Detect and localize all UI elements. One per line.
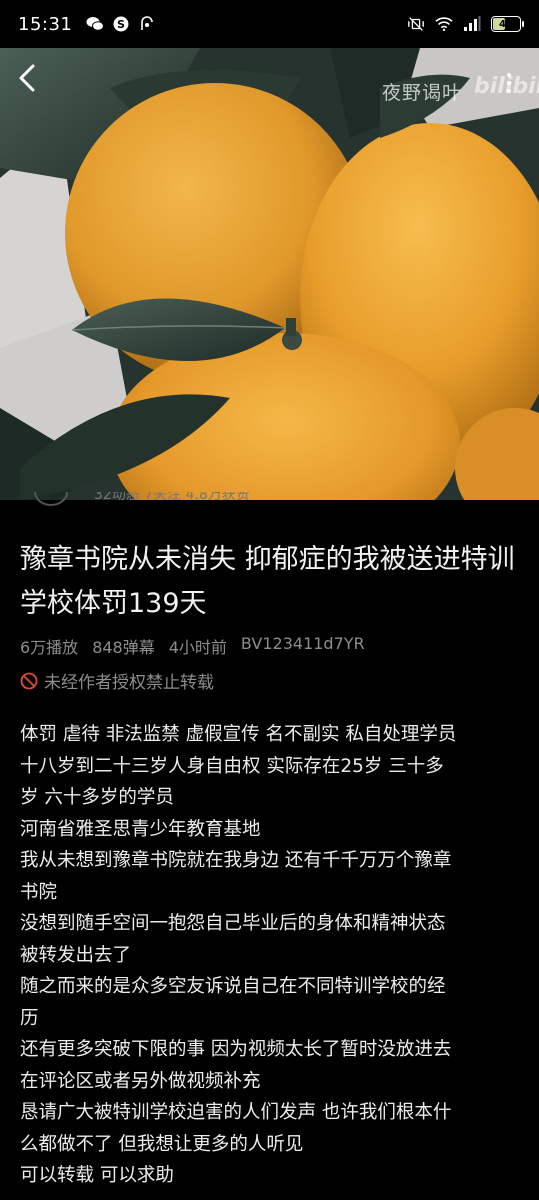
battery-text: 44 <box>499 18 513 30</box>
description-line: 书院 <box>20 881 58 903</box>
description-line: 被转发出去了 <box>20 944 132 966</box>
video-player[interactable]: 夜野谒叶 bilibili <box>0 48 539 500</box>
wifi-icon <box>435 15 453 33</box>
hotspot-icon <box>138 15 156 33</box>
description-line: 我从未想到豫章书院就在我身边 还有千千万万个豫章 <box>20 850 452 871</box>
wechat-icon <box>86 15 105 33</box>
bvid: BV123411d7YR <box>240 634 365 653</box>
description-line: 可以转载 可以求助 <box>20 1165 174 1186</box>
svg-text:S: S <box>117 18 125 31</box>
description-line: 随之而来的是众多空友诉说自己在不同特训学校的经 <box>20 976 446 997</box>
description-line: 恳请广大被特训学校迫害的人们发声 也许我们根本什 <box>20 1102 452 1123</box>
uploader-watermark: 夜野谒叶 <box>382 82 463 104</box>
mute-vibrate-icon <box>407 15 425 33</box>
back-button[interactable] <box>16 64 50 98</box>
signal-icon <box>463 15 481 33</box>
view-count: 6万播放 <box>20 638 79 657</box>
description-line: 岁 六十多岁的学员 <box>20 787 174 808</box>
description-line: 还有更多突破下限的事 因为视频太长了暂时没放进去 <box>20 1039 452 1060</box>
description-line: 河南省雅圣思青少年教育基地 <box>20 818 261 840</box>
system-icons: 44 <box>407 15 524 33</box>
uploader-row[interactable]: 32动态 7关注 4.8万获赞 <box>0 492 539 512</box>
more-dot-icon <box>507 81 511 85</box>
skype-icon: S <box>112 15 130 33</box>
more-dot-icon <box>507 73 511 77</box>
back-arrow-icon <box>19 64 35 92</box>
copyright-text: 未经作者授权禁止转载 <box>44 673 214 693</box>
video-description: 体罚 虐待 非法监禁 虚假宣传 名不副实 私自处理学员 十八岁到二十三岁人身自由… <box>20 719 525 1192</box>
video-info: 豫章书院从未消失 抑郁症的我被送进特训学校体罚139天 6万播放 848弹幕 4… <box>20 538 525 1192</box>
description-line: 在评论区或者另外做视频补充 <box>20 1070 261 1092</box>
video-title: 豫章书院从未消失 抑郁症的我被送进特训学校体罚139天 <box>20 544 515 619</box>
description-line: 历 <box>20 1007 39 1029</box>
status-bar: 15:31 S 44 <box>0 0 539 48</box>
description-line: 么都做不了 但我想让更多的人听见 <box>20 1133 304 1155</box>
copyright-notice: 未经作者授权禁止转载 <box>20 668 525 693</box>
battery-icon: 44 <box>491 16 524 32</box>
more-dot-icon <box>507 89 511 93</box>
more-options-button[interactable] <box>499 66 519 100</box>
no-repost-icon <box>20 672 38 689</box>
video-frame-lemons <box>0 48 539 500</box>
notification-icons: S <box>86 15 156 33</box>
danmaku-count: 848弹幕 <box>92 638 155 657</box>
description-line: 没想到随手空间一抱怨自己毕业后的身体和精神状态 <box>20 913 446 934</box>
description-line: 体罚 虐待 非法监禁 虚假宣传 名不副实 私自处理学员 <box>20 724 457 745</box>
video-stats: 6万播放 848弹幕 4小时前 BV123411d7YR <box>20 634 525 658</box>
uploader-meta: 32动态 7关注 4.8万获赞 <box>94 492 250 503</box>
status-time: 15:31 <box>18 13 73 35</box>
description-line: 十八岁到二十三岁人身自由权 实际存在25岁 三十多 <box>20 755 444 777</box>
uploader-avatar[interactable] <box>34 492 68 506</box>
publish-time: 4小时前 <box>168 638 227 657</box>
